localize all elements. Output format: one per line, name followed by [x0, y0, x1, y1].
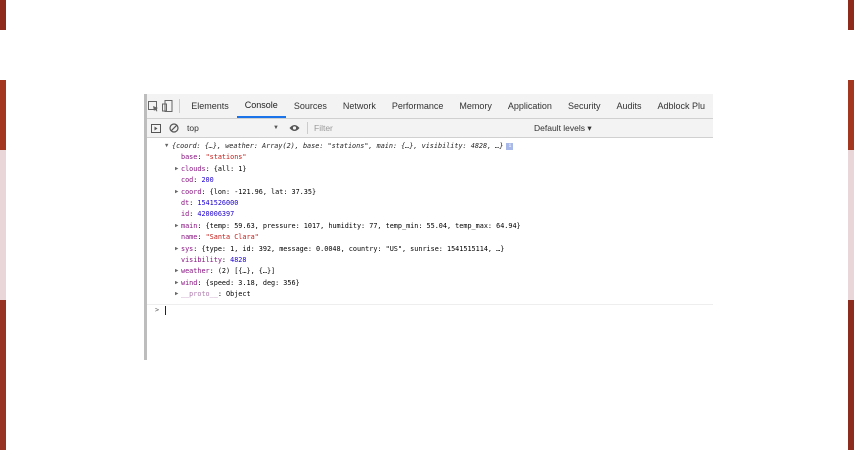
devtools-tabs: Elements Console Sources Network Performance… — [183, 94, 713, 118]
background-photo-strip — [0, 300, 6, 450]
property-value: 200 — [201, 176, 214, 185]
property-value: {all: 1} — [213, 164, 247, 173]
property-colon: : — [201, 187, 210, 196]
property-value: {temp: 59.63, pressure: 1017, humidity: … — [205, 221, 521, 230]
property-row: cod: 200 — [147, 175, 713, 186]
property-colon: : — [197, 278, 206, 287]
property-row[interactable]: ▶ wind: {speed: 3.18, deg: 356} — [147, 278, 713, 289]
live-expression-eye-icon[interactable] — [285, 124, 303, 132]
property-colon: : — [197, 153, 206, 162]
object-properties: base: "stations" ▶ clouds: {all: 1} cod: 20… — [147, 152, 713, 300]
property-value: (2) [{…}, {…}] — [217, 267, 276, 276]
devtools-panel: Elements Console Sources Network Performance… — [144, 94, 713, 360]
property-key: __proto__ — [181, 290, 218, 299]
property-key: base — [181, 153, 198, 162]
tab-audits[interactable]: Audits — [608, 94, 649, 118]
property-key: dt — [181, 199, 190, 208]
property-key: name — [181, 233, 198, 242]
property-row[interactable]: ▶ sys: {type: 1, id: 392, message: 0.0048… — [147, 244, 713, 255]
tab-performance[interactable]: Performance — [384, 94, 452, 118]
log-levels-dropdown[interactable]: Default levels ▾ — [534, 123, 592, 134]
tab-network[interactable]: Network — [335, 94, 384, 118]
dropdown-arrow-icon: ▼ — [273, 125, 279, 131]
property-row[interactable]: ▶ main: {temp: 59.63, pressure: 1017, hum… — [147, 221, 713, 232]
property-value: {lon: -121.96, lat: 37.35} — [209, 187, 317, 196]
tab-sources[interactable]: Sources — [286, 94, 335, 118]
tab-elements[interactable]: Elements — [183, 94, 237, 118]
console-output: ▼ {coord: {…}, weather: Array(2), base: "… — [147, 138, 713, 317]
property-value: {type: 1, id: 392, message: 0.0048, coun… — [201, 244, 505, 253]
object-summary: {coord: {…}, weather: Array(2), base: "s… — [172, 142, 504, 150]
text-caret — [165, 306, 167, 316]
property-key: main — [181, 221, 198, 230]
property-colon: : — [197, 221, 206, 230]
property-key: wind — [181, 278, 198, 287]
tab-adblock-plu[interactable]: Adblock Plu — [649, 94, 713, 118]
property-key: coord — [181, 187, 202, 196]
expand-triangle-icon[interactable]: ▶ — [175, 221, 178, 232]
show-sidebar-icon[interactable] — [147, 123, 165, 133]
context-selector[interactable]: top ▼ — [183, 123, 285, 133]
console-log-object[interactable]: ▼ {coord: {…}, weather: Array(2), base: "… — [147, 141, 713, 152]
tab-application[interactable]: Application — [500, 94, 560, 118]
devtools-tab-bar: Elements Console Sources Network Performance… — [147, 94, 713, 119]
property-row: name: "Santa Clara" — [147, 232, 713, 243]
property-colon: : — [221, 256, 231, 265]
expand-triangle-icon[interactable]: ▶ — [175, 244, 178, 255]
background-photo-strip — [0, 150, 6, 300]
property-row[interactable]: ▶ coord: {lon: -121.96, lat: 37.35} — [147, 187, 713, 198]
background-photo-strip — [848, 80, 854, 150]
expand-triangle-icon[interactable]: ▶ — [175, 266, 178, 277]
background-photo-strip — [0, 0, 6, 30]
background-photo-strip — [848, 0, 854, 30]
context-selector-value: top — [187, 123, 199, 133]
property-colon: : — [205, 164, 214, 173]
expand-triangle-icon[interactable]: ▼ — [165, 141, 168, 152]
property-colon: : — [217, 290, 227, 299]
expand-triangle-icon[interactable]: ▶ — [175, 187, 178, 198]
expand-triangle-icon[interactable]: ▶ — [175, 289, 178, 300]
expand-triangle-icon[interactable]: ▶ — [175, 164, 178, 175]
toolbar-divider — [178, 99, 180, 113]
tab-console[interactable]: Console — [236, 94, 286, 118]
inspect-element-icon[interactable] — [147, 100, 161, 112]
property-key: weather — [181, 267, 210, 276]
device-toolbar-icon[interactable] — [161, 100, 175, 112]
property-value: "stations" — [205, 153, 247, 162]
property-value: Object — [226, 290, 251, 299]
property-row[interactable]: ▶ weather: (2) [{…}, {…}] — [147, 266, 713, 277]
property-colon: : — [197, 233, 206, 242]
property-key: clouds — [181, 164, 206, 173]
property-row: visibility: 4828 — [147, 255, 713, 266]
property-row: id: 420006397 — [147, 209, 713, 220]
property-key: cod — [181, 176, 194, 185]
property-colon: : — [209, 267, 218, 276]
info-icon[interactable]: i — [506, 142, 514, 150]
console-prompt[interactable]: > — [147, 305, 713, 317]
background-photo-strip — [848, 300, 854, 450]
console-toolbar: top ▼ Filter Default levels ▾ — [147, 119, 713, 138]
property-row: dt: 1541526000 — [147, 198, 713, 209]
property-value: 1541526000 — [197, 199, 239, 208]
expand-triangle-icon[interactable]: ▶ — [175, 278, 178, 289]
property-value: 420006397 — [197, 210, 235, 219]
clear-console-icon[interactable] — [165, 123, 183, 133]
tab-security[interactable]: Security — [560, 94, 609, 118]
property-key: sys — [181, 244, 194, 253]
tab-memory[interactable]: Memory — [451, 94, 500, 118]
property-row[interactable]: ▶ __proto__: Object — [147, 289, 713, 300]
prompt-chevron-icon: > — [155, 305, 160, 314]
property-row[interactable]: ▶ clouds: {all: 1} — [147, 164, 713, 175]
property-key: id — [181, 210, 190, 219]
property-value: "Santa Clara" — [205, 233, 259, 242]
property-value: 4828 — [230, 256, 247, 265]
background-photo-strip — [0, 80, 6, 150]
property-value: {speed: 3.18, deg: 356} — [205, 278, 300, 287]
property-row: base: "stations" — [147, 152, 713, 163]
background-photo-strip — [848, 150, 854, 300]
filter-input[interactable]: Filter — [312, 123, 532, 133]
property-key: visibility — [181, 256, 222, 265]
toolbar-divider — [307, 122, 308, 134]
